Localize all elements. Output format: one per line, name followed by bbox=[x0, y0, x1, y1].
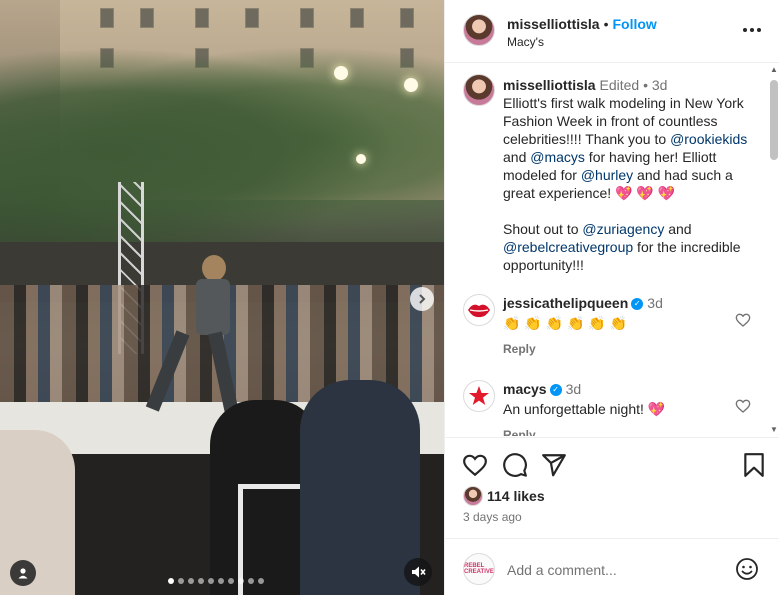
author-avatar[interactable] bbox=[463, 14, 495, 46]
location-link[interactable]: Macy's bbox=[507, 35, 544, 49]
scrollbar-thumb[interactable] bbox=[770, 80, 778, 160]
carousel-dot bbox=[168, 578, 174, 584]
caption-part: and bbox=[664, 221, 692, 237]
caption-username[interactable]: misselliottisla bbox=[503, 77, 596, 93]
add-comment-bar: REBEL CREATIVE bbox=[445, 538, 779, 595]
follow-button[interactable]: Follow bbox=[613, 16, 657, 32]
likes-row: 114 likes bbox=[463, 486, 545, 506]
carousel-dot bbox=[188, 578, 194, 584]
reply-button[interactable]: Reply bbox=[503, 428, 536, 436]
carousel-dot bbox=[248, 578, 254, 584]
chevron-right-icon bbox=[419, 294, 426, 304]
liker-avatar[interactable] bbox=[463, 486, 483, 506]
like-heart-icon[interactable] bbox=[462, 452, 488, 478]
volume-off-icon bbox=[412, 566, 426, 578]
caption-author-avatar[interactable] bbox=[463, 74, 495, 106]
building-window bbox=[300, 8, 314, 28]
comment-input[interactable] bbox=[507, 559, 717, 581]
mute-button[interactable] bbox=[404, 558, 432, 586]
post-actions: 114 likes 3 days ago REBEL CREATIVE bbox=[445, 437, 779, 595]
street-lamp bbox=[404, 78, 418, 92]
caption-part: Shout out to bbox=[503, 221, 583, 237]
commenter-avatar[interactable] bbox=[463, 380, 495, 412]
post-side-panel: misselliottisla • Follow Macy's misselliot… bbox=[444, 0, 779, 595]
mention-link[interactable]: @zuriagency bbox=[582, 221, 664, 237]
street-lamp bbox=[334, 66, 348, 80]
post-media[interactable] bbox=[0, 0, 444, 595]
caption-text: misselliottisla Edited • 3d Elliott's fi… bbox=[503, 76, 758, 274]
comment-age[interactable]: 3d bbox=[647, 295, 663, 311]
carousel-dot bbox=[258, 578, 264, 584]
carousel-dot bbox=[198, 578, 204, 584]
commenter-username[interactable]: jessicathelipqueen bbox=[503, 295, 628, 311]
comment-text: An unforgettable night! 💖 bbox=[503, 401, 666, 417]
share-paper-plane-icon[interactable] bbox=[541, 452, 567, 478]
building-window bbox=[195, 8, 209, 28]
comments-list[interactable]: misselliottisla Edited • 3d Elliott's fi… bbox=[445, 64, 779, 436]
carousel-dot bbox=[208, 578, 214, 584]
current-user-avatar: REBEL CREATIVE bbox=[463, 553, 495, 585]
building-window bbox=[350, 8, 364, 28]
building-window bbox=[100, 8, 114, 28]
mention-link[interactable]: @rookiekids bbox=[670, 131, 747, 147]
header-title-line: misselliottisla • Follow bbox=[507, 16, 657, 32]
mention-link[interactable]: @macys bbox=[530, 149, 585, 165]
carousel-dot bbox=[238, 578, 244, 584]
caption-edited: Edited bbox=[599, 77, 640, 93]
verified-badge-icon: ✓ bbox=[549, 384, 562, 397]
author-username[interactable]: misselliottisla bbox=[507, 16, 600, 32]
building-window bbox=[400, 8, 414, 28]
commenter-username[interactable]: macys bbox=[503, 381, 547, 397]
trees bbox=[0, 30, 444, 250]
user-icon bbox=[18, 568, 28, 579]
separator-dot: • bbox=[603, 16, 609, 32]
carousel-indicator bbox=[168, 578, 264, 584]
building-window bbox=[140, 8, 154, 28]
comment-header: macys ✓ 3d bbox=[503, 381, 581, 397]
reply-button[interactable]: Reply bbox=[503, 342, 536, 356]
lips-icon bbox=[468, 304, 490, 318]
carousel-dot bbox=[218, 578, 224, 584]
emoji-picker-icon[interactable] bbox=[735, 557, 759, 581]
scroll-up-arrow-icon[interactable]: ▲ bbox=[770, 66, 778, 74]
comment-like-heart-icon[interactable] bbox=[735, 398, 751, 414]
runway-model bbox=[145, 255, 239, 420]
comment-text: 👏 👏 👏 👏 👏 👏 bbox=[503, 315, 628, 331]
carousel-dot bbox=[228, 578, 234, 584]
heart-emojis: 💖 💖 💖 bbox=[615, 185, 676, 201]
post-header: misselliottisla • Follow Macy's bbox=[445, 0, 779, 63]
post-timestamp[interactable]: 3 days ago bbox=[463, 510, 522, 524]
comments-scrollbar[interactable]: ▲ ▼ bbox=[769, 66, 779, 434]
mention-link[interactable]: @hurley bbox=[581, 167, 633, 183]
street-lamp bbox=[356, 154, 366, 164]
comment-header: jessicathelipqueen ✓ 3d bbox=[503, 295, 663, 311]
caption-dot: • bbox=[643, 77, 648, 93]
comment-like-heart-icon[interactable] bbox=[735, 312, 751, 328]
caption-part: and bbox=[503, 149, 531, 165]
more-options-button[interactable] bbox=[741, 20, 763, 40]
next-slide-button[interactable] bbox=[410, 287, 434, 311]
commenter-avatar[interactable] bbox=[463, 294, 495, 326]
save-bookmark-icon[interactable] bbox=[741, 452, 767, 478]
comment-bubble-icon[interactable] bbox=[502, 452, 528, 478]
scroll-down-arrow-icon[interactable]: ▼ bbox=[770, 426, 778, 434]
carousel-dot bbox=[178, 578, 184, 584]
tagged-users-button[interactable] bbox=[10, 560, 36, 586]
star-icon bbox=[469, 386, 489, 405]
caption-age[interactable]: 3d bbox=[652, 77, 668, 93]
mention-link[interactable]: @rebelcreativegroup bbox=[503, 239, 633, 255]
verified-badge-icon: ✓ bbox=[631, 298, 644, 311]
foreground-spectator bbox=[300, 380, 420, 595]
more-horizontal-icon bbox=[743, 28, 761, 32]
building-window bbox=[245, 8, 259, 28]
likes-count[interactable]: 114 likes bbox=[487, 488, 545, 504]
comment-age[interactable]: 3d bbox=[566, 381, 582, 397]
